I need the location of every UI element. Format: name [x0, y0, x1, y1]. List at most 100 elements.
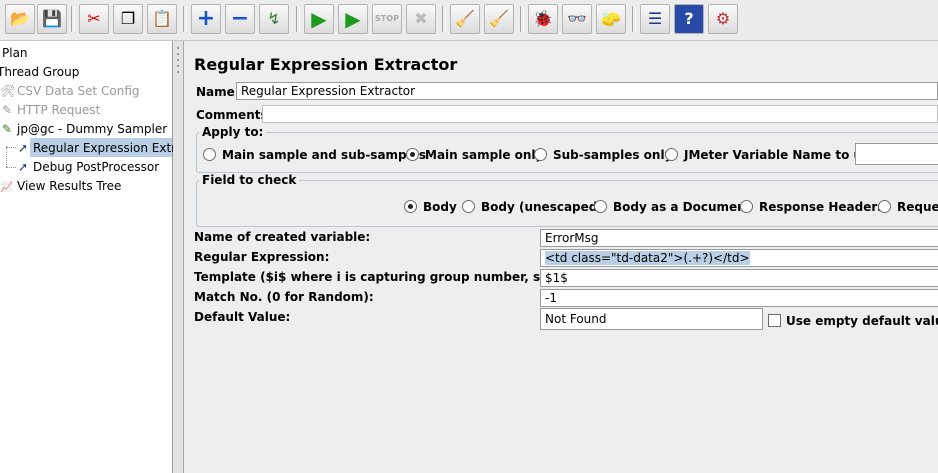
radio-main-and-sub-samples[interactable]: Main sample and sub-samples	[203, 147, 426, 163]
tree-item-thread-group[interactable]: Thread Group	[0, 63, 79, 81]
radio-button-icon	[740, 200, 753, 213]
test-plan-tree[interactable]: Plan Thread Group 🛠 CSV Data Set Config ✎…	[0, 41, 183, 473]
regex-label: Regular Expression:	[194, 250, 330, 264]
remote-icon[interactable]: ⚙	[708, 4, 738, 34]
regex-field[interactable]: <td class="td-data2">(.+?)</td>	[540, 249, 938, 267]
divider-grip	[177, 65, 179, 67]
tree-item-test-plan[interactable]: Plan	[2, 44, 28, 62]
regex-extractor-panel: Regular Expression Extractor Name: Regul…	[184, 41, 938, 473]
radio-label: Response Headers	[759, 200, 885, 214]
reset-search-icon[interactable]: 🧽	[596, 4, 626, 34]
use-empty-default-checkbox[interactable]: Use empty default value	[768, 314, 938, 328]
tree-item-label: HTTP Request	[17, 103, 101, 117]
radio-request-headers[interactable]: Reques	[878, 199, 938, 215]
clear-all-icon[interactable]: 🧹	[484, 4, 514, 34]
tree-item-http-request[interactable]: ✎ HTTP Request	[0, 101, 100, 119]
sampler-icon: ✎	[1, 103, 13, 117]
tree-item-label: Debug PostProcessor	[33, 160, 160, 174]
name-label: Name:	[196, 85, 240, 99]
tree-item-label: jp@gc - Dummy Sampler	[17, 122, 168, 136]
toolbar-separator	[520, 6, 524, 32]
match-number-label: Match No. (0 for Random):	[194, 290, 374, 304]
radio-button-icon	[594, 200, 607, 213]
radio-label: Reques	[897, 200, 938, 214]
radio-button-icon	[665, 148, 678, 161]
post-processor-icon: ➚	[17, 141, 29, 155]
start-no-pauses-icon[interactable]: ▶	[338, 4, 368, 34]
stop-icon: STOP	[372, 4, 402, 34]
radio-response-headers[interactable]: Response Headers	[740, 199, 884, 215]
radio-label: Body	[423, 200, 457, 214]
radio-button-selected-icon	[406, 148, 419, 161]
radio-label: Body (unescaped)	[481, 200, 603, 214]
binoculars-icon[interactable]: 👓	[562, 4, 592, 34]
toolbar-separator	[442, 6, 446, 32]
divider-grip	[177, 53, 179, 55]
tree-item-label: Regular Expression Extra	[33, 141, 184, 155]
config-element-icon: 🛠	[0, 84, 16, 98]
divider-grip	[177, 59, 179, 61]
split-pane-divider[interactable]	[173, 41, 184, 473]
start-icon[interactable]: ▶	[304, 4, 334, 34]
tree-item-debug-postprocessor[interactable]: ➚ Debug PostProcessor	[16, 158, 159, 176]
radio-button-icon	[534, 148, 547, 161]
radio-body[interactable]: Body	[404, 199, 457, 215]
tree-connector	[6, 167, 16, 168]
search-icon[interactable]: 🐞	[528, 4, 558, 34]
radio-sub-samples-only[interactable]: Sub-samples only	[534, 147, 672, 163]
copy-icon[interactable]: ❐	[113, 4, 143, 34]
tree-item-regex-extractor[interactable]: ➚ Regular Expression Extra	[16, 139, 184, 157]
collapse-icon[interactable]: −	[225, 4, 255, 34]
regex-selected-text: <td class="td-data2">(.+?)</td>	[545, 251, 750, 265]
toggle-icon[interactable]: ↯	[259, 4, 289, 34]
tree-item-label: Plan	[2, 46, 28, 60]
shutdown-icon: ✖	[406, 4, 436, 34]
comments-label: Comments:	[196, 108, 273, 122]
radio-button-icon	[462, 200, 475, 213]
radio-main-sample-only[interactable]: Main sample only	[406, 147, 543, 163]
tree-item-label: Thread Group	[0, 65, 80, 79]
expand-icon[interactable]: +	[191, 4, 221, 34]
radio-label: Sub-samples only	[553, 148, 673, 162]
toolbar-separator	[183, 6, 187, 32]
default-value-field[interactable]: Not Found	[540, 308, 763, 330]
tree-item-label: View Results Tree	[17, 179, 122, 193]
radio-label: Main sample and sub-samples	[222, 148, 427, 162]
radio-body-unescaped[interactable]: Body (unescaped)	[462, 199, 603, 215]
tree-item-dummy-sampler[interactable]: ✎ jp@gc - Dummy Sampler	[0, 120, 167, 138]
open-folder-icon[interactable]: 📂	[5, 4, 35, 34]
apply-to-legend: Apply to:	[202, 125, 264, 139]
jmeter-variable-name-field[interactable]	[855, 143, 938, 165]
toolbar-separator	[296, 6, 300, 32]
tree-connector	[6, 147, 16, 148]
help-icon[interactable]: ?	[674, 4, 704, 34]
save-icon[interactable]: 💾	[37, 4, 67, 34]
default-value-label: Default Value:	[194, 310, 291, 324]
clear-icon[interactable]: 🧹	[450, 4, 480, 34]
checkbox-label: Use empty default value	[786, 314, 938, 328]
post-processor-icon: ➚	[17, 160, 29, 174]
name-field[interactable]: Regular Expression Extractor	[236, 82, 938, 100]
function-helper-icon[interactable]: ☰	[640, 4, 670, 34]
match-number-field[interactable]: -1	[540, 289, 938, 307]
divider-grip	[177, 47, 179, 49]
tree-connector	[6, 146, 7, 167]
toolbar-separator	[71, 6, 75, 32]
radio-body-as-document[interactable]: Body as a Document	[594, 199, 751, 215]
radio-jmeter-variable[interactable]: JMeter Variable Name to use	[665, 147, 877, 163]
comments-field[interactable]	[262, 105, 938, 123]
tree-item-label: CSV Data Set Config	[17, 84, 140, 98]
cut-icon[interactable]: ✂	[79, 4, 109, 34]
divider-grip	[177, 71, 179, 73]
tree-item-view-results-tree[interactable]: 📈 View Results Tree	[0, 177, 122, 195]
created-variable-label: Name of created variable:	[194, 230, 371, 244]
toolbar: 📂 💾 ✂ ❐ 📋 + − ↯ ▶ ▶ STOP ✖ 🧹 🧹 🐞 👓 🧽 ☰ ?…	[0, 0, 938, 41]
checkbox-icon	[768, 314, 781, 327]
paste-icon[interactable]: 📋	[147, 4, 177, 34]
template-field[interactable]: $1$	[540, 269, 938, 287]
radio-label: JMeter Variable Name to use	[684, 148, 878, 162]
radio-button-icon	[878, 200, 891, 213]
tree-item-csv-data-set-config[interactable]: 🛠 CSV Data Set Config	[0, 82, 140, 100]
created-variable-field[interactable]: ErrorMsg	[540, 229, 938, 247]
sampler-icon: ✎	[1, 122, 13, 136]
